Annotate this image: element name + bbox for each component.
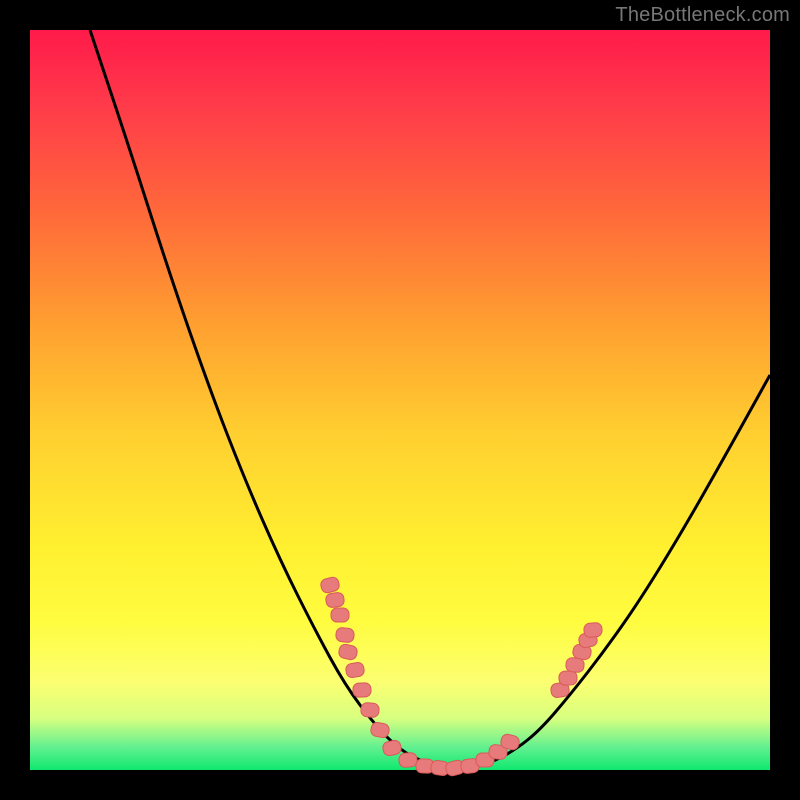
curve-marker <box>398 752 417 768</box>
curve-marker <box>338 643 359 661</box>
curve-marker <box>345 662 365 679</box>
curve-layer <box>90 30 770 768</box>
curve-marker <box>335 627 354 643</box>
curve-marker <box>559 671 577 686</box>
curve-marker <box>584 622 603 637</box>
watermark-label: TheBottleneck.com <box>615 4 790 27</box>
chart-frame: TheBottleneck.com <box>0 0 800 800</box>
curve-marker <box>353 683 372 698</box>
curve-marker <box>361 702 380 717</box>
curve-marker <box>382 739 403 756</box>
chart-svg <box>30 30 770 770</box>
curve-marker <box>370 721 390 738</box>
curve-marker <box>331 608 349 622</box>
plot-area <box>30 30 770 770</box>
bottleneck-curve <box>90 30 770 768</box>
curve-marker <box>325 592 345 608</box>
marker-layer <box>319 576 602 777</box>
curve-marker <box>319 576 340 594</box>
